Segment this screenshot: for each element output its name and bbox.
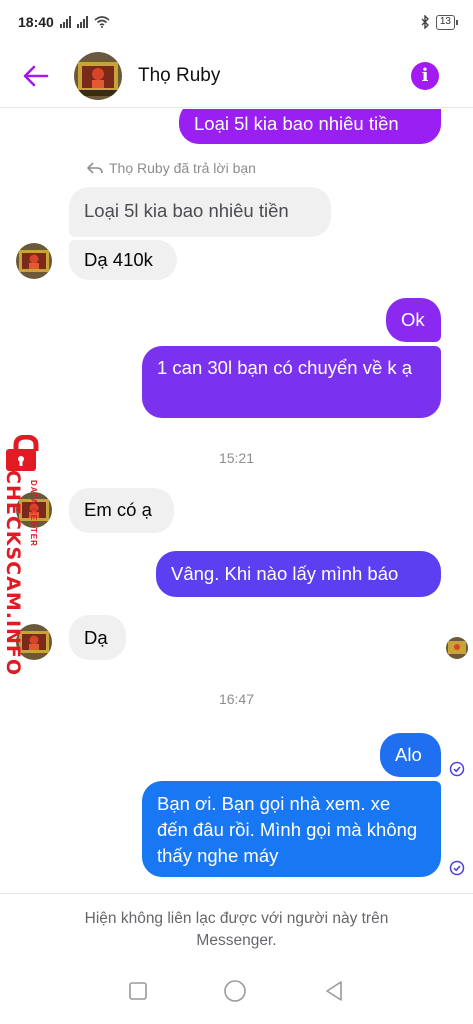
message-outgoing[interactable]: Alo <box>380 733 441 777</box>
reply-icon <box>87 162 103 174</box>
wifi-icon <box>94 16 110 28</box>
signal-icon <box>59 16 71 28</box>
back-nav-button[interactable] <box>323 980 345 1007</box>
message-outgoing[interactable]: 1 can 30l bạn có chuyển về k ạ <box>142 346 441 418</box>
status-bar: 18:40 13 <box>0 0 473 44</box>
message-incoming[interactable]: Dạ <box>69 615 126 660</box>
unavailable-notice: Hiện không liên lạc được với người này t… <box>0 893 473 963</box>
contact-avatar-small <box>16 243 52 279</box>
watermark-tagline: DATA CENTER <box>29 480 38 547</box>
chat-header: Thọ Ruby i <box>0 44 473 108</box>
square-icon <box>129 982 147 1000</box>
back-button[interactable] <box>0 44 72 108</box>
watermark-brand: CHECKSCAM.INFO <box>2 470 24 677</box>
message-outgoing[interactable]: Ok <box>386 298 441 342</box>
message-outgoing[interactable]: Vâng. Khi nào lấy mình báo <box>156 551 441 597</box>
info-button[interactable]: i <box>411 61 439 90</box>
status-left: 18:40 <box>18 14 110 30</box>
lock-icon <box>6 435 39 471</box>
check-circle-icon <box>449 761 465 777</box>
info-icon: i <box>421 65 429 86</box>
timestamp: 16:47 <box>218 691 255 707</box>
recent-apps-button[interactable] <box>128 981 148 1006</box>
message-incoming[interactable]: Em có ạ <box>69 488 174 533</box>
status-time: 18:40 <box>18 14 54 30</box>
message-list[interactable]: Loại 5l kia bao nhiêu tiền Thọ Ruby đã t… <box>0 109 473 893</box>
status-right: 13 <box>420 14 459 30</box>
contact-name[interactable]: Thọ Ruby <box>138 65 411 87</box>
timestamp: 15:21 <box>218 450 255 466</box>
signal-icon-2 <box>76 16 88 28</box>
system-navbar <box>0 963 473 1024</box>
contact-avatar[interactable] <box>74 51 122 100</box>
reply-indicator-text: Thọ Ruby đã trả lời bạn <box>109 160 256 176</box>
triangle-back-icon <box>326 981 342 1001</box>
bluetooth-icon <box>421 15 429 29</box>
message-incoming-quoted[interactable]: Loại 5l kia bao nhiêu tiền <box>69 187 331 237</box>
seen-avatar <box>446 637 468 659</box>
check-circle-icon <box>449 860 465 876</box>
arrow-left-icon <box>23 65 49 86</box>
message-outgoing[interactable]: Loại 5l kia bao nhiêu tiền <box>179 109 441 144</box>
circle-icon <box>224 980 247 1002</box>
reply-indicator: Thọ Ruby đã trả lời bạn <box>87 160 256 176</box>
battery-icon: 13 <box>435 14 459 30</box>
message-incoming[interactable]: Dạ 410k <box>69 240 177 280</box>
message-outgoing[interactable]: Bạn ơi. Bạn gọi nhà xem. xe đến đâu rồi.… <box>142 781 441 877</box>
home-button[interactable] <box>223 979 247 1008</box>
